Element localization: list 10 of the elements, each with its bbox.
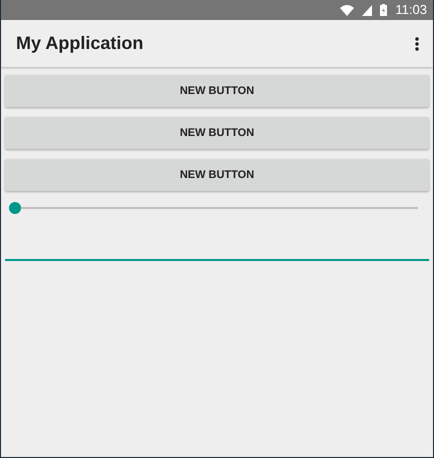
app-title: My Application [16,32,144,55]
status-time: 11:03 [395,1,427,20]
battery-icon [380,4,388,16]
new-button[interactable]: NEW BUTTON [5,117,429,149]
overflow-menu-icon[interactable] [415,36,419,50]
wifi-icon [340,4,354,16]
slider-thumb[interactable] [9,202,21,214]
signal-icon [362,4,372,16]
new-button[interactable]: NEW BUTTON [5,159,429,191]
new-button[interactable]: NEW BUTTON [5,75,429,107]
